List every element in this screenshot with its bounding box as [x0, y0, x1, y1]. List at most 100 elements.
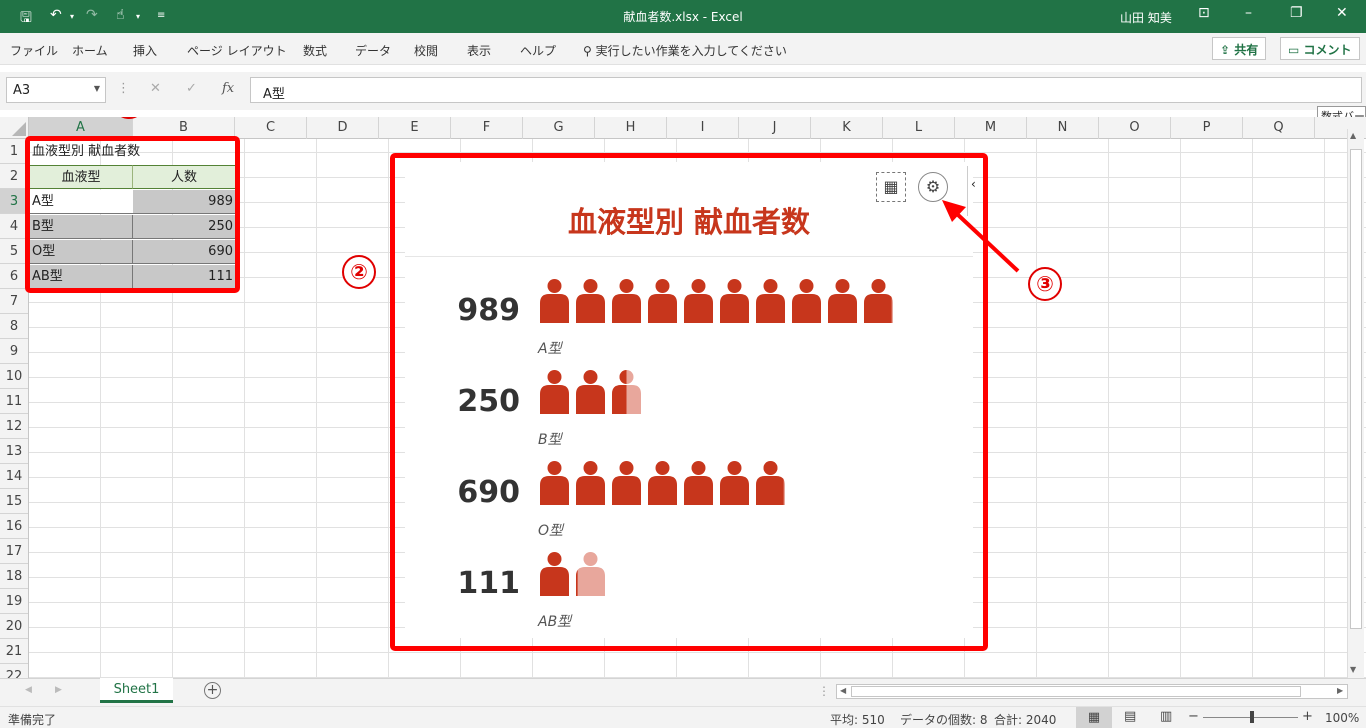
scroll-thumb[interactable] [1350, 149, 1362, 629]
zoom-out-icon[interactable]: − [1188, 709, 1199, 724]
scroll-right-icon[interactable]: ▶ [1337, 686, 1343, 695]
next-sheet-icon[interactable]: ▶ [55, 685, 62, 695]
row-header-5[interactable]: 5 [0, 239, 28, 264]
row-header-21[interactable]: 21 [0, 639, 28, 664]
person-icon [648, 279, 677, 323]
row-header-22[interactable]: 22 [0, 664, 28, 678]
column-header-h[interactable]: H [595, 117, 667, 139]
share-icon: ⇪ [1220, 43, 1235, 57]
user-name[interactable]: 山田 知美 [1120, 9, 1172, 26]
add-sheet-icon[interactable]: + [204, 682, 221, 699]
status-sum: 合計: 2040 [994, 713, 1057, 727]
sheet-tab-sheet1[interactable]: Sheet1 [100, 678, 173, 703]
enter-icon[interactable]: ✓ [186, 81, 197, 96]
share-button[interactable]: ⇪ 共有 [1212, 37, 1267, 60]
tell-me-search[interactable]: ⚲ 実行したい作業を入力してください [583, 42, 787, 59]
zoom-level[interactable]: 100% [1325, 711, 1359, 725]
row-header-3[interactable]: 3 [0, 189, 28, 214]
person-icon [612, 461, 641, 505]
comment-button[interactable]: ▭ コメント [1280, 37, 1360, 60]
name-box[interactable]: A3 ▼ [6, 77, 106, 103]
column-header-n[interactable]: N [1027, 117, 1099, 139]
row-header-2[interactable]: 2 [0, 164, 28, 189]
person-icon [756, 461, 785, 505]
vertical-scrollbar[interactable]: ▲ ▼ [1347, 129, 1364, 678]
tab-insert[interactable]: 挿入 [133, 42, 157, 59]
column-header-f[interactable]: F [451, 117, 523, 139]
page-break-icon[interactable]: ▥ [1160, 709, 1172, 724]
zoom-in-icon[interactable]: + [1302, 709, 1313, 724]
column-header-i[interactable]: I [667, 117, 739, 139]
row-header-11[interactable]: 11 [0, 389, 28, 414]
tab-formulas[interactable]: 数式 [303, 42, 327, 59]
row-header-18[interactable]: 18 [0, 564, 28, 589]
zoom-slider-thumb[interactable] [1250, 711, 1254, 723]
tab-data[interactable]: データ [355, 42, 391, 59]
column-header-e[interactable]: E [379, 117, 451, 139]
person-icon [576, 279, 605, 323]
tab-view[interactable]: 表示 [467, 42, 491, 59]
page-layout-icon[interactable]: ▤ [1124, 709, 1136, 724]
person-icon [540, 461, 569, 505]
insert-function-icon[interactable]: fx [222, 81, 234, 96]
row-header-8[interactable]: 8 [0, 314, 28, 339]
row-header-16[interactable]: 16 [0, 514, 28, 539]
scroll-up-icon[interactable]: ▲ [1350, 131, 1356, 140]
row-header-7[interactable]: 7 [0, 289, 28, 314]
row-header-4[interactable]: 4 [0, 214, 28, 239]
tab-page-layout[interactable]: ページ レイアウト [187, 42, 287, 59]
data-table-icon[interactable]: ▦ [876, 172, 906, 202]
annotation-marker-2: ② [342, 255, 376, 289]
row-header-6[interactable]: 6 [0, 264, 28, 289]
person-icon [792, 279, 821, 323]
ribbon-display-icon[interactable]: ⊡ [1198, 5, 1210, 21]
restore-icon[interactable]: ❐ [1290, 5, 1303, 21]
tab-home[interactable]: ホーム [72, 42, 108, 59]
row-header-15[interactable]: 15 [0, 489, 28, 514]
select-all-button[interactable] [0, 117, 29, 139]
column-header-c[interactable]: C [235, 117, 307, 139]
icon-row-b [538, 370, 643, 414]
hscroll-thumb[interactable] [851, 686, 1301, 697]
close-icon[interactable]: ✕ [1336, 5, 1348, 21]
column-header-j[interactable]: J [739, 117, 811, 139]
tab-help[interactable]: ヘルプ [520, 42, 556, 59]
tab-file[interactable]: ファイル [10, 42, 58, 59]
horizontal-scrollbar[interactable]: ◀ ▶ [836, 684, 1348, 699]
scroll-left-icon[interactable]: ◀ [840, 686, 846, 695]
normal-view-icon[interactable]: ▦ [1076, 707, 1112, 728]
minimize-icon[interactable]: – [1245, 5, 1252, 21]
people-graph-chart[interactable]: ▦ ⚙ ‹ 血液型別 献血者数 989 A型 250 B型 690 O型 111… [405, 162, 976, 638]
column-header-o[interactable]: O [1099, 117, 1171, 139]
prev-sheet-icon[interactable]: ◀ [25, 685, 32, 695]
column-header-p[interactable]: P [1171, 117, 1243, 139]
row-header-10[interactable]: 10 [0, 364, 28, 389]
row-header-12[interactable]: 12 [0, 414, 28, 439]
row-header-20[interactable]: 20 [0, 614, 28, 639]
column-header-l[interactable]: L [883, 117, 955, 139]
row-header-13[interactable]: 13 [0, 439, 28, 464]
person-icon [612, 279, 641, 323]
column-header-q[interactable]: Q [1243, 117, 1315, 139]
chart-label-b: B型 [538, 432, 562, 448]
chevron-down-icon[interactable]: ▼ [94, 84, 100, 93]
annotation-box-table [25, 136, 240, 293]
person-icon [540, 279, 569, 323]
worksheet-grid[interactable]: ABCDEFGHIJKLMNOPQ 1 2 3 4 5 6 7 8 9 10 11 12 13 14 15 1… [0, 117, 1366, 678]
cancel-icon[interactable]: ✕ [150, 81, 161, 96]
column-header-g[interactable]: G [523, 117, 595, 139]
column-header-k[interactable]: K [811, 117, 883, 139]
formula-input[interactable]: A型 [250, 77, 1362, 103]
row-header-9[interactable]: 9 [0, 339, 28, 364]
column-header-m[interactable]: M [955, 117, 1027, 139]
column-header-d[interactable]: D [307, 117, 379, 139]
row-header-14[interactable]: 14 [0, 464, 28, 489]
row-header-1[interactable]: 1 [0, 139, 28, 164]
tab-review[interactable]: 校閲 [414, 42, 438, 59]
row-header-19[interactable]: 19 [0, 589, 28, 614]
icon-row-a [538, 279, 895, 323]
scroll-down-icon[interactable]: ▼ [1350, 665, 1356, 674]
status-bar: 準備完了 平均: 510 データの個数: 8 合計: 2040 ▦ ▤ ▥ − … [0, 706, 1366, 728]
row-header-17[interactable]: 17 [0, 539, 28, 564]
split-handle-icon[interactable]: ⋮ [818, 684, 830, 698]
